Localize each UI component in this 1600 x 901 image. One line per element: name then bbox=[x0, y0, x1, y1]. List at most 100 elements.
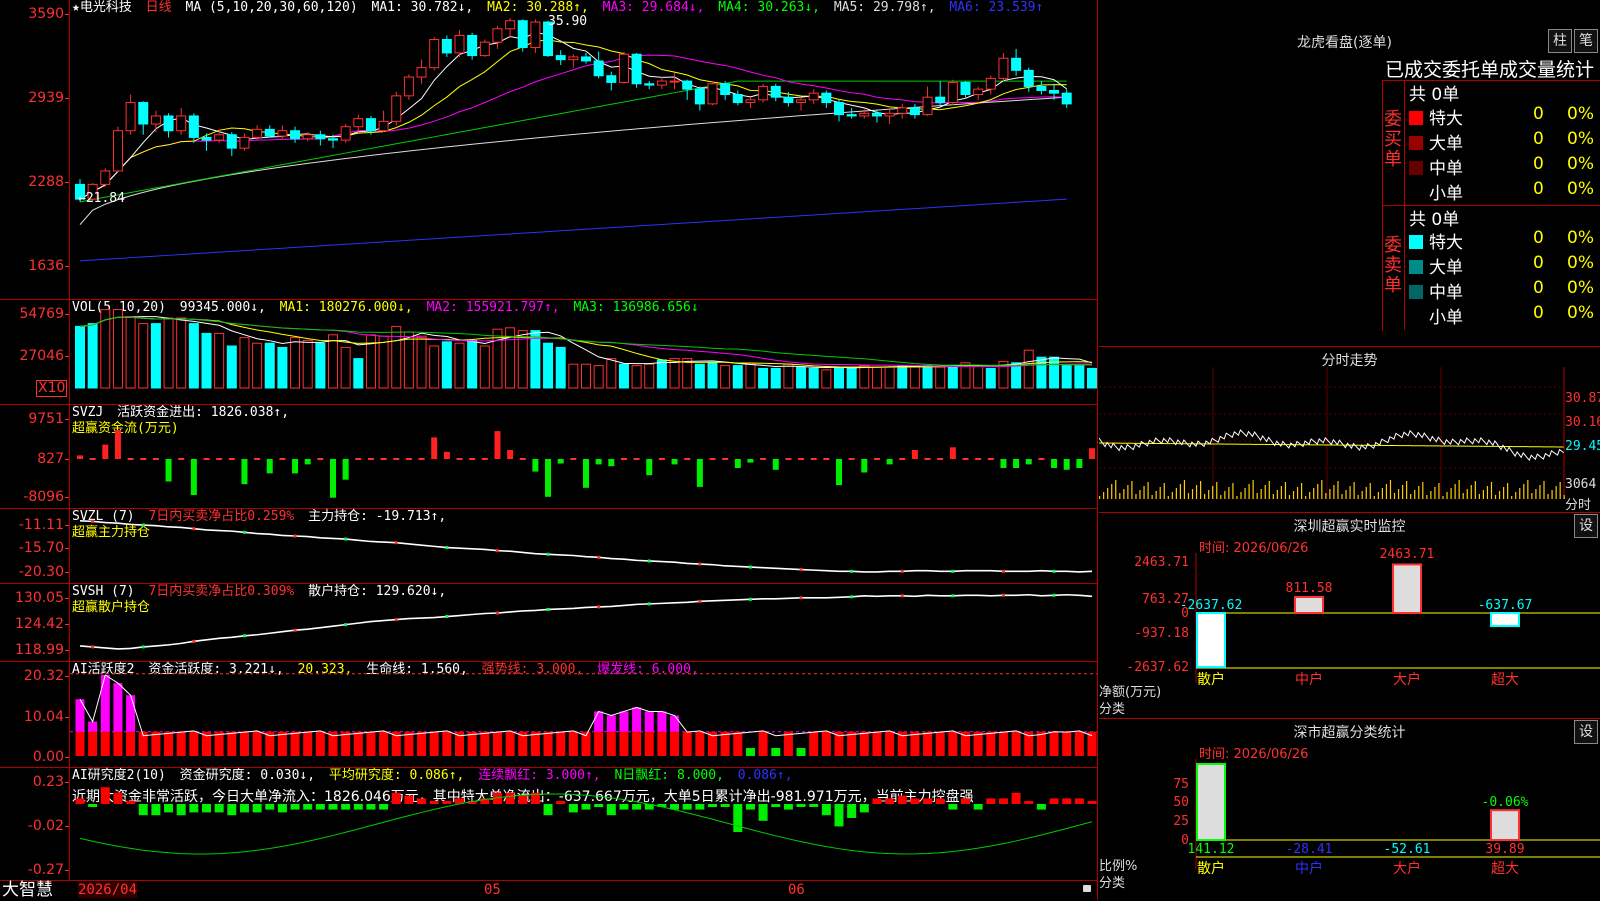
candle-body bbox=[176, 115, 187, 132]
svzj-pane[interactable]: 9751 827 -8096 SVZJ 活跃资金进出: 1826.038↑, 超… bbox=[0, 405, 1097, 509]
candle-body bbox=[328, 138, 338, 141]
svzj-bar bbox=[1025, 459, 1032, 465]
ai-research-chart[interactable] bbox=[0, 768, 1097, 880]
volume-bar bbox=[1074, 365, 1085, 389]
candle-body bbox=[150, 115, 161, 125]
activity-bar-top bbox=[657, 711, 667, 732]
intraday-volume-bar bbox=[1228, 487, 1230, 499]
intraday-volume-bar bbox=[1268, 481, 1270, 499]
activity-bar bbox=[151, 731, 161, 756]
svsh-pane[interactable]: 130.05 124.42 118.99 SVSH (7) 7日内买卖净占比0.… bbox=[0, 584, 1097, 662]
volume-bar bbox=[783, 363, 794, 389]
intraday-volume-bar bbox=[1507, 483, 1509, 499]
candle-body bbox=[1023, 69, 1034, 87]
sz-monitor-panel[interactable]: 深圳超赢实时监控 设 时间: 2026/06/26 2463.71 763.27 0… bbox=[1099, 512, 1600, 718]
ai-activity-chart[interactable] bbox=[0, 662, 1097, 767]
sz-stats-chart[interactable]: 7550250141.12散户-28.41中户-52.61大户39.89超大-0… bbox=[1099, 719, 1600, 901]
sz-monitor-chart[interactable]: 2463.71763.270-937.18-2637.62-2637.62散户8… bbox=[1099, 513, 1600, 718]
order-row: 大单 0 0% bbox=[1409, 253, 1599, 278]
svzl-line-marker bbox=[192, 527, 196, 531]
volume-bar bbox=[897, 365, 908, 389]
sz-stats-panel[interactable]: 深市超赢分类统计 设 时间: 2026/06/26 75 50 25 0 141.12 散… bbox=[1099, 718, 1600, 901]
volume-bar bbox=[479, 345, 490, 389]
research-bar bbox=[341, 804, 351, 810]
candle-body bbox=[1061, 92, 1072, 105]
ss-cat-label: 分类 bbox=[1099, 876, 1126, 891]
order-percent: 0% bbox=[1567, 228, 1594, 248]
volume-pane[interactable]: 54769 27046 X10 VOL(5,10,20) 99345.000↓,… bbox=[0, 300, 1097, 405]
order-row: 中单 0 0% bbox=[1409, 278, 1599, 303]
order-count: 0 bbox=[1533, 154, 1544, 174]
volume-bar bbox=[796, 366, 807, 389]
activity-line bbox=[79, 674, 1093, 737]
intraday-volume-bar bbox=[1559, 482, 1561, 499]
svzj-bar bbox=[405, 458, 412, 460]
volume-bar bbox=[188, 323, 199, 389]
research-bar bbox=[379, 804, 389, 810]
svzj-bar bbox=[848, 458, 855, 460]
intraday-volume-bar bbox=[1325, 493, 1327, 499]
intraday-tick: 3064 bbox=[1565, 477, 1597, 492]
candle-body bbox=[682, 80, 693, 90]
activity-bar bbox=[670, 731, 680, 756]
intraday-volume-bar bbox=[1426, 495, 1428, 499]
svsh-line-marker bbox=[647, 602, 651, 606]
svzj-chart[interactable] bbox=[0, 405, 1097, 508]
candle-body bbox=[935, 96, 946, 104]
color-swatch bbox=[1409, 260, 1423, 274]
activity-bar bbox=[733, 731, 743, 756]
intraday-volume-bar bbox=[1264, 485, 1266, 499]
candle-body bbox=[505, 20, 516, 30]
intraday-volume-bar bbox=[1252, 480, 1254, 499]
svzl-pane[interactable]: -11.11 -15.70 -20.30 SVZL (7) 7日内买卖净占比0.… bbox=[0, 509, 1097, 584]
category-label: 散户 bbox=[1197, 860, 1225, 877]
research-bar bbox=[1036, 804, 1046, 810]
svzj-bar bbox=[532, 459, 539, 472]
candle-body bbox=[163, 115, 174, 132]
brand-logo[interactable]: 大智慧 bbox=[2, 881, 53, 900]
intraday-volume-bar bbox=[1292, 491, 1295, 499]
intraday-volume-bar bbox=[1385, 484, 1388, 499]
svzj-bar bbox=[684, 458, 691, 460]
lhb-col-divider bbox=[1404, 80, 1405, 330]
low-price-label: ←21.84 bbox=[78, 191, 125, 206]
svsh-line-marker bbox=[344, 623, 348, 627]
research-bar bbox=[543, 804, 553, 816]
kline-pane[interactable]: 3590 2939 2288 1636 ★电光科技 日线 MA (5,10,20… bbox=[0, 0, 1097, 300]
svzj-bar bbox=[924, 458, 931, 460]
lock-icon[interactable] bbox=[1083, 885, 1091, 892]
candle-body bbox=[985, 77, 996, 90]
svzl-line-marker bbox=[141, 523, 145, 527]
volume-chart[interactable] bbox=[0, 300, 1097, 404]
intraday-chart[interactable] bbox=[1099, 347, 1600, 512]
research-bar bbox=[606, 804, 616, 816]
intraday-volume-bar bbox=[1349, 486, 1351, 499]
date-label-jun: 06 bbox=[788, 882, 805, 898]
research-bar bbox=[1049, 798, 1059, 804]
candle-body bbox=[517, 20, 528, 49]
intraday-volume-bar bbox=[1470, 485, 1472, 499]
svsh-chart[interactable] bbox=[0, 584, 1097, 661]
svzj-bar bbox=[709, 458, 716, 460]
tick-view-button[interactable]: 笔 bbox=[1574, 29, 1598, 53]
research-bar bbox=[214, 804, 224, 813]
ai-research-pane[interactable]: 0.23 -0.02 -0.27 AI研究度2(10) 资金研究度: 0.030… bbox=[0, 768, 1097, 881]
intraday-volume-bar bbox=[1531, 493, 1533, 499]
kline-chart[interactable] bbox=[0, 0, 1097, 299]
category-label: 超大 bbox=[1491, 861, 1519, 877]
lhb-panel: 龙虎看盘(逐单) 柱 笔 已成交委托单成交量统计 委买单 委卖单 共 0单 共 … bbox=[1099, 0, 1600, 345]
intraday-volume-bar bbox=[1527, 480, 1529, 499]
bar-view-button[interactable]: 柱 bbox=[1548, 29, 1572, 53]
intraday-panel[interactable]: 分时走势 30.87 30.16 29.45 3064 分时 bbox=[1099, 346, 1600, 513]
intraday-volume-bar bbox=[1494, 495, 1497, 499]
activity-bar bbox=[88, 731, 98, 756]
svsh-line-marker bbox=[951, 594, 955, 598]
intraday-volume-bar bbox=[1115, 480, 1117, 499]
intraday-volume-bar bbox=[1369, 483, 1371, 499]
svzl-chart[interactable] bbox=[0, 509, 1097, 583]
candle-body bbox=[783, 96, 794, 104]
svsh-line-marker bbox=[546, 607, 550, 611]
svzj-bar bbox=[975, 458, 982, 460]
ai-activity-pane[interactable]: 20.32 10.04 0.00 AI活跃度2 资金活跃度: 3.221↓, 2… bbox=[0, 662, 1097, 768]
candle-body bbox=[973, 88, 984, 95]
